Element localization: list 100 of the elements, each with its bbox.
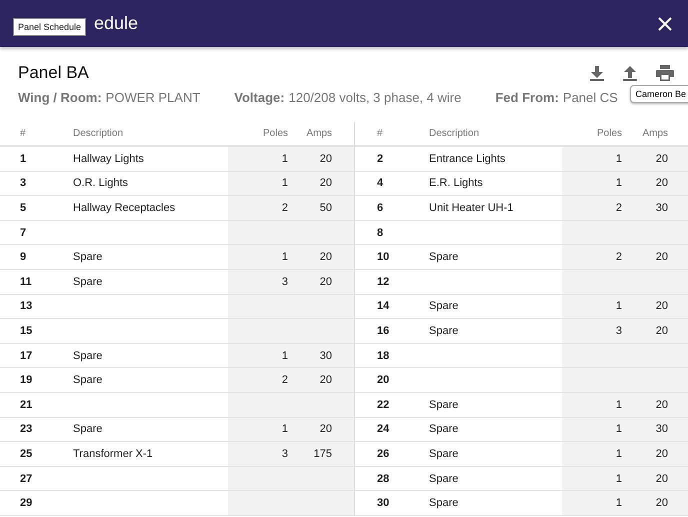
circuit-number: 4 xyxy=(376,176,384,192)
table-cell: 20 xyxy=(632,466,688,490)
table-cell xyxy=(562,344,632,368)
circuit-number: 13 xyxy=(19,299,34,314)
table-cell: 30 xyxy=(632,196,688,220)
table-cell: 1 xyxy=(562,294,632,318)
column-header: # xyxy=(19,127,27,141)
info-label: Wing / Room: xyxy=(18,90,102,105)
circuit-number: 16 xyxy=(376,324,390,339)
info-value: Panel CS xyxy=(562,90,618,105)
circuit-number: 21 xyxy=(19,398,34,413)
table-cell: 2 xyxy=(562,245,632,269)
table-cell: 30 xyxy=(632,418,688,442)
table-cell-text: Spare xyxy=(72,422,104,438)
print-icon[interactable] xyxy=(656,65,674,81)
table-cell: 1 xyxy=(228,418,298,442)
table-cell: 20 xyxy=(632,392,688,417)
table-cell: 1 xyxy=(228,172,298,196)
table-cell-text: Spare xyxy=(428,398,460,413)
table-cell-text: O.R. Lights xyxy=(72,176,130,192)
column-header: Amps xyxy=(305,127,333,141)
table-cell: 1 xyxy=(562,418,632,442)
table-cell: 20 xyxy=(298,245,354,269)
upload-icon[interactable] xyxy=(623,66,637,80)
table-cell xyxy=(298,392,354,417)
circuit-number: 5 xyxy=(19,200,28,216)
table-cell: 20 xyxy=(632,319,688,343)
table-cell-text: Spare xyxy=(428,324,460,339)
circuit-number: 22 xyxy=(376,398,390,413)
table-cell-text: Hallway Receptacles xyxy=(72,200,176,216)
table-cell: 1 xyxy=(228,245,298,269)
table-cell-text: Spare xyxy=(428,422,460,438)
table-cell xyxy=(298,294,354,318)
table-cell: 1 xyxy=(228,147,298,171)
circuit-number: 17 xyxy=(19,348,34,364)
circuit-number: 15 xyxy=(19,324,34,339)
circuit-number: 18 xyxy=(376,348,390,364)
column-header: Poles xyxy=(262,127,289,141)
circuit-number: 8 xyxy=(376,226,384,241)
table-cell: 20 xyxy=(298,368,354,392)
circuit-number: 12 xyxy=(376,274,390,290)
table-cell-text: E.R. Lights xyxy=(428,176,484,192)
table-cell-text: Spare xyxy=(72,348,104,364)
table-cell: 20 xyxy=(632,294,688,318)
table-cell: 20 xyxy=(632,172,688,196)
table-cell: 2 xyxy=(228,196,298,220)
table-cell xyxy=(298,220,354,244)
table-cell xyxy=(228,220,298,244)
info-value: POWER PLANT xyxy=(106,90,200,105)
table-cell: 175 xyxy=(298,442,354,466)
circuit-number: 3 xyxy=(19,176,28,192)
table-cell: 1 xyxy=(562,442,632,466)
table-cell-text: Spare xyxy=(428,250,460,266)
info-value: 120/208 volts, 3 phase, 4 wire xyxy=(288,90,462,105)
table-cell: 20 xyxy=(632,491,688,515)
table-cell xyxy=(228,294,298,318)
table-cell-text: Unit Heater UH-1 xyxy=(428,200,514,216)
download-icon[interactable] xyxy=(590,66,604,80)
table-cell xyxy=(562,270,632,294)
circuit-number: 29 xyxy=(19,496,34,512)
circuit-number: 25 xyxy=(19,446,34,462)
table-cell: 2 xyxy=(562,196,632,220)
table-cell: 3 xyxy=(228,270,298,294)
tooltip: Panel Schedule xyxy=(13,18,86,36)
table-cell-text: Entrance Lights xyxy=(428,152,506,167)
panel-name: Panel BA xyxy=(18,63,89,83)
column-header: Amps xyxy=(641,127,669,141)
circuit-number: 23 xyxy=(19,422,34,438)
table-cell: 1 xyxy=(562,392,632,417)
table-cell: 2 xyxy=(228,368,298,392)
table-cell xyxy=(298,466,354,490)
table-cell-text: Spare xyxy=(428,299,460,314)
circuit-number: 24 xyxy=(376,422,390,438)
close-icon[interactable] xyxy=(658,16,672,30)
table-cell: 20 xyxy=(632,442,688,466)
circuit-number: 19 xyxy=(19,373,34,388)
table-cell xyxy=(562,368,632,392)
tooltip: Cameron Be xyxy=(630,85,688,103)
table-cell: 1 xyxy=(562,147,632,171)
table-cell-text: Transformer X-1 xyxy=(72,446,154,462)
column-header: # xyxy=(376,127,384,141)
circuit-number: 6 xyxy=(376,200,384,216)
table-cell: 3 xyxy=(562,319,632,343)
table-cell: 20 xyxy=(298,172,354,196)
column-header: Description xyxy=(428,127,480,141)
circuit-number: 28 xyxy=(376,472,390,487)
table-cell: 1 xyxy=(562,172,632,196)
table-cell-text: Spare xyxy=(72,274,104,290)
table-cell xyxy=(228,319,298,343)
table-cell: 50 xyxy=(298,196,354,220)
dialog-title: edule xyxy=(94,13,138,34)
table-cell xyxy=(562,220,632,244)
table-cell xyxy=(228,466,298,490)
table-cell-text: Spare xyxy=(72,250,104,266)
table-cell: 20 xyxy=(632,245,688,269)
table-cell-text: Spare xyxy=(428,446,460,462)
circuit-number: 26 xyxy=(376,446,390,462)
table-cell: 1 xyxy=(562,466,632,490)
circuit-number: 14 xyxy=(376,299,390,314)
column-header: Poles xyxy=(596,127,623,141)
